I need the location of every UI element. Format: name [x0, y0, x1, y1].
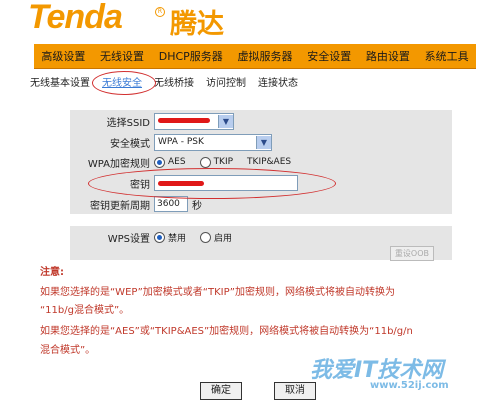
tenda-logo-cn: 腾达 — [170, 9, 224, 40]
cancel-button[interactable]: 取消 — [274, 382, 316, 400]
security-mode-select[interactable]: WPA - PSK ▼ — [154, 133, 272, 151]
subnav-connection-status[interactable]: 连接状态 — [258, 74, 298, 92]
radio-unchecked-icon[interactable] — [200, 231, 212, 243]
nav-virtual-server[interactable]: 虚拟服务器 — [238, 48, 293, 64]
nav-system-tools[interactable]: 系统工具 — [425, 48, 469, 64]
ssid-redacted — [158, 118, 210, 123]
ssid-select[interactable]: ▼ — [154, 112, 234, 130]
tenda-logo: Tenda — [28, 0, 123, 36]
nav-dhcp[interactable]: DHCP服务器 — [159, 48, 223, 64]
wpa-tkip-aes-option[interactable]: TKIP&AES — [247, 157, 291, 167]
nav-wireless[interactable]: 无线设置 — [100, 48, 144, 64]
registered-mark: R — [155, 7, 165, 17]
ssid-row: 选择SSID ▼ — [70, 111, 452, 131]
radio-unchecked-icon[interactable] — [199, 156, 211, 168]
site-watermark: 我爱IT技术网 www.52ij.com — [310, 358, 449, 391]
note-line-2: “11b/g混合模式”。 — [40, 305, 130, 316]
header: Tenda R 腾达 — [0, 0, 500, 40]
radio-checked-icon[interactable] — [154, 156, 165, 168]
wpa-rule-label: WPA加密规则 — [87, 158, 150, 170]
security-mode-row: 安全模式 WPA - PSK ▼ — [70, 132, 452, 152]
note-line-4: 混合模式”。 — [40, 345, 96, 356]
ssid-label: 选择SSID — [106, 117, 150, 129]
note-line-1: 如果您选择的是“WEP”加密模式或者“TKIP”加密规则，网络模式将被自动转换为 — [40, 287, 395, 298]
subnav-access-control[interactable]: 访问控制 — [206, 74, 246, 92]
nav-routing[interactable]: 路由设置 — [366, 48, 410, 64]
security-panel: 选择SSID ▼ 安全模式 WPA - PSK ▼ WPA加密规则 AES TK… — [70, 110, 452, 214]
note-line-3: 如果您选择的是“AES”或“TKIP&AES”加密规则，网络模式将被自动转换为“… — [40, 326, 413, 337]
subnav-wireless-bridge[interactable]: 无线桥接 — [154, 74, 194, 92]
highlight-ellipse-tab — [92, 71, 156, 95]
wps-label: WPS设置 — [107, 233, 150, 245]
radio-checked-icon[interactable] — [154, 231, 165, 243]
nav-advanced[interactable]: 高级设置 — [41, 48, 85, 64]
highlight-ellipse-key — [88, 168, 336, 199]
sub-nav: 无线基本设置 无线安全 无线桥接 访问控制 连接状态 — [30, 74, 310, 92]
ok-button[interactable]: 确定 — [200, 382, 242, 400]
wpa-aes-option[interactable]: AES — [154, 156, 186, 168]
subnav-wireless-basic[interactable]: 无线基本设置 — [30, 74, 90, 92]
wpa-tkip-option[interactable]: TKIP — [199, 156, 233, 168]
security-mode-value: WPA - PSK — [158, 137, 204, 147]
nav-security[interactable]: 安全设置 — [307, 48, 351, 64]
renew-label: 密钥更新周期 — [90, 200, 150, 212]
security-mode-label: 安全模式 — [110, 138, 150, 150]
reset-oob-button[interactable]: 重设OOB — [389, 246, 434, 261]
wps-enable-option[interactable]: 启用 — [200, 231, 232, 244]
wps-row: WPS设置 禁用 启用 — [70, 227, 452, 247]
chevron-down-icon: ▼ — [256, 135, 271, 149]
note-title: 注意: — [40, 267, 64, 278]
main-nav: 高级设置 无线设置 DHCP服务器 虚拟服务器 安全设置 路由设置 系统工具 — [34, 44, 476, 69]
chevron-down-icon: ▼ — [218, 114, 233, 128]
wps-disable-option[interactable]: 禁用 — [154, 231, 186, 244]
wps-panel: WPS设置 禁用 启用 重设OOB — [70, 226, 452, 261]
